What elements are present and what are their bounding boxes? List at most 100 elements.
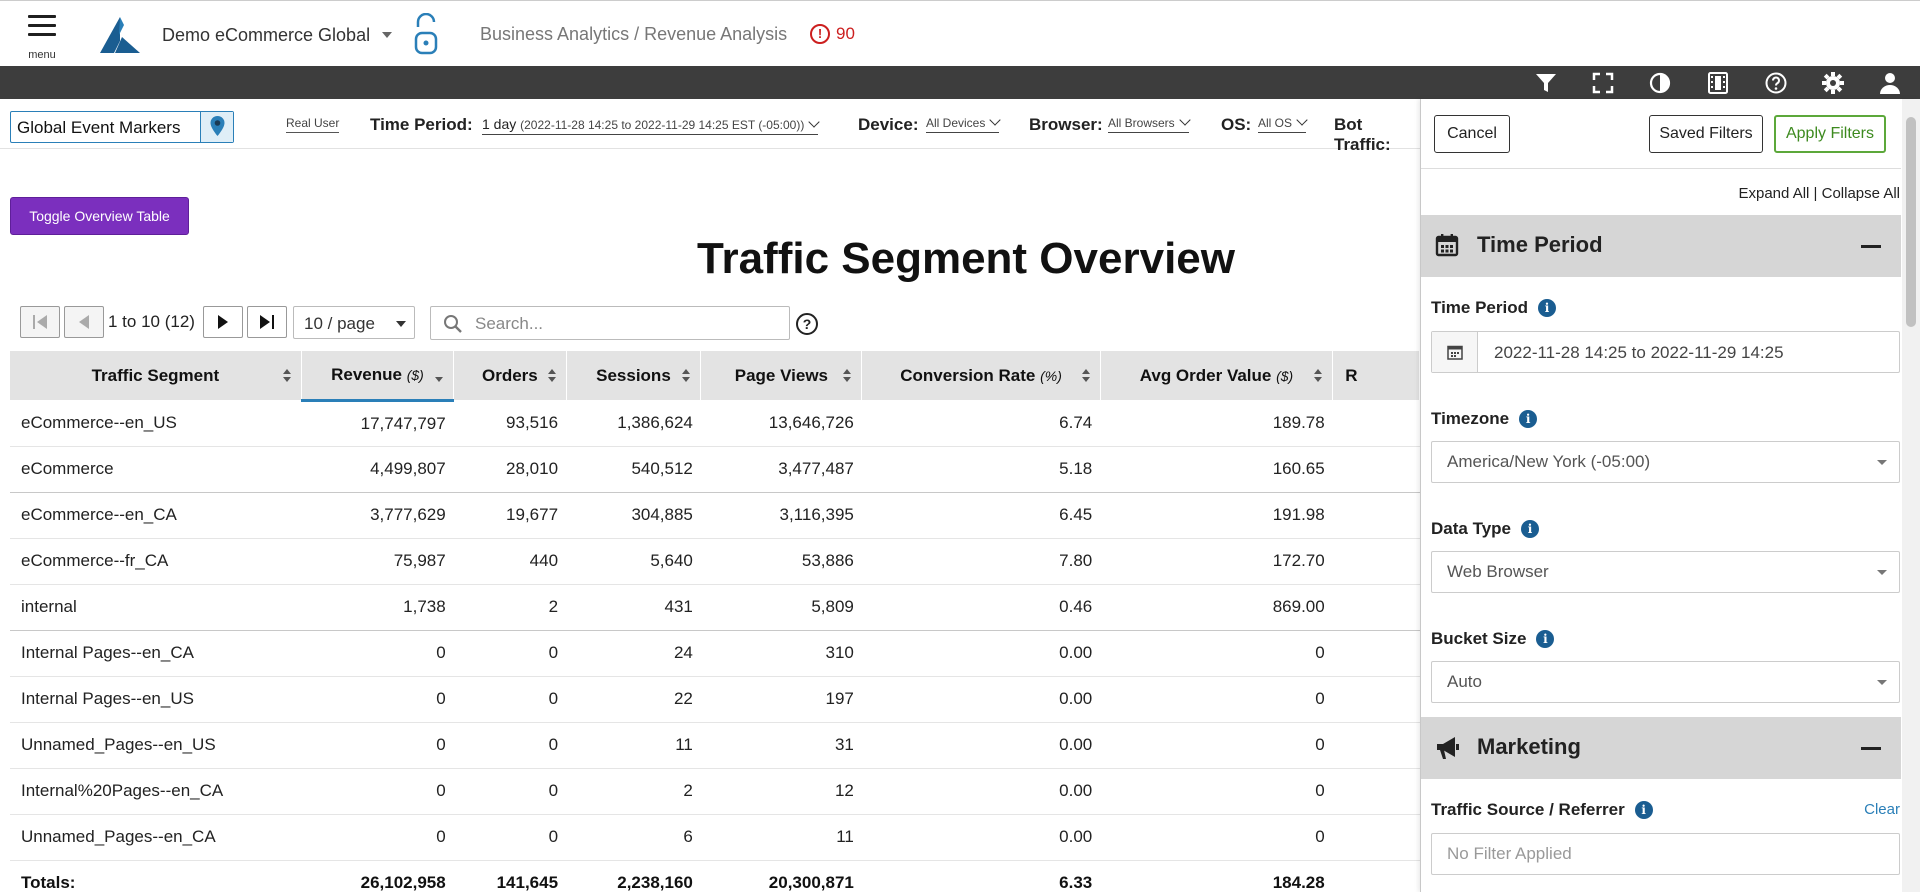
cancel-button[interactable]: Cancel xyxy=(1434,115,1510,153)
totals-label: Totals: xyxy=(21,873,76,892)
column-header[interactable]: Orders xyxy=(453,351,567,400)
real-user-toggle[interactable]: Real User xyxy=(286,116,340,133)
segment-name-cell: eCommerce--en_CA xyxy=(10,492,302,539)
info-icon[interactable]: i xyxy=(1521,520,1539,538)
menu-icon xyxy=(28,15,56,18)
pin-button[interactable] xyxy=(200,112,233,142)
page-size-select[interactable]: 10 / page xyxy=(293,306,415,339)
traffic-source-label: Traffic Source / Referrer i xyxy=(1431,800,1653,820)
clear-traffic-source-link[interactable]: Clear xyxy=(1864,801,1900,818)
totals-cell: 141,645 xyxy=(496,873,559,892)
user-icon[interactable] xyxy=(1878,71,1902,95)
collapse-all-link[interactable]: Collapse All xyxy=(1822,185,1900,202)
sort-icon[interactable] xyxy=(547,369,556,383)
table-help-icon[interactable]: ? xyxy=(796,313,818,335)
metric-cell: 5,640 xyxy=(566,538,701,585)
app-name: Demo eCommerce Global xyxy=(162,25,371,45)
metric-cell xyxy=(1332,538,1420,585)
lock-icon[interactable] xyxy=(410,13,444,57)
column-header-unit: (%) xyxy=(1040,367,1062,384)
metric-cell: 0 xyxy=(1100,676,1333,723)
column-header[interactable]: Sessions xyxy=(566,351,702,400)
collapse-icon[interactable] xyxy=(1861,245,1881,248)
info-icon[interactable]: i xyxy=(1519,410,1538,428)
toggle-overview-table-button[interactable]: Toggle Overview Table xyxy=(10,197,189,235)
first-page-button[interactable] xyxy=(20,306,60,338)
expand-all-link[interactable]: Expand All xyxy=(1738,185,1809,202)
column-header[interactable]: R xyxy=(1332,351,1420,400)
collapse-icon[interactable] xyxy=(1861,747,1881,750)
data-type-select[interactable]: Web Browser xyxy=(1431,551,1900,593)
table-row[interactable]: internal 1,738 2 431 5,809 0.46 869.00 xyxy=(10,584,1420,631)
time-period-section-header[interactable]: Time Period xyxy=(1421,215,1901,277)
prev-page-button[interactable] xyxy=(64,306,104,338)
metric-cell: 5.18 xyxy=(861,446,1101,493)
timezone-select[interactable]: America/New York (-05:00) xyxy=(1431,441,1900,483)
help-icon[interactable] xyxy=(1764,71,1788,95)
table-row[interactable]: Internal Pages--en_CA 0 0 24 310 0.00 0 xyxy=(10,630,1420,677)
timezone-label-text: Timezone xyxy=(1431,409,1510,428)
sort-icon[interactable] xyxy=(682,369,691,383)
data-type-value: Web Browser xyxy=(1447,562,1549,581)
sort-icon[interactable] xyxy=(843,369,852,383)
alert-indicator[interactable]: ! 90 xyxy=(810,22,855,46)
data-type-label: Data Type i xyxy=(1431,519,1539,539)
panel-scrollbar[interactable] xyxy=(1902,99,1920,892)
marketing-section-header[interactable]: Marketing xyxy=(1421,717,1901,779)
metric-cell: 0 xyxy=(301,814,454,861)
filter-icon[interactable] xyxy=(1534,71,1558,95)
sort-icon[interactable] xyxy=(282,369,291,383)
column-header[interactable]: Traffic Segment xyxy=(10,351,302,400)
breadcrumb[interactable]: Business Analytics / Revenue Analysis xyxy=(480,24,787,45)
app-switcher-caret-icon[interactable] xyxy=(382,32,392,38)
info-icon[interactable]: i xyxy=(1538,299,1556,317)
time-period-select[interactable]: 1 day (2022-11-28 14:25 to 2022-11-29 14… xyxy=(482,116,820,135)
metric-cell: 13,646,726 xyxy=(700,400,862,447)
table-row[interactable]: eCommerce--fr_CA 75,987 440 5,640 53,886 7.80… xyxy=(10,538,1420,585)
column-header-label: R xyxy=(1345,365,1358,385)
column-header-label: Conversion Rate xyxy=(900,365,1036,385)
column-header[interactable]: Page Views xyxy=(700,351,863,400)
table-row[interactable]: Internal%20Pages--en_CA 0 0 2 12 0.00 0 xyxy=(10,768,1420,815)
table-row[interactable]: eCommerce 4,499,807 28,010 540,512 3,477,487… xyxy=(10,446,1420,493)
filter-bar: Global Event Markers Real User Time Peri… xyxy=(0,99,1420,154)
info-icon[interactable]: i xyxy=(1536,630,1555,648)
menu-button[interactable]: menu xyxy=(26,15,58,61)
contrast-icon[interactable] xyxy=(1648,71,1672,95)
table-row[interactable]: Unnamed_Pages--en_US 0 0 11 31 0.00 0 xyxy=(10,722,1420,769)
os-select[interactable]: All OS xyxy=(1258,114,1308,133)
event-markers-select[interactable]: Global Event Markers xyxy=(10,111,234,143)
traffic-source-input[interactable]: No Filter Applied xyxy=(1431,833,1900,875)
last-page-button[interactable] xyxy=(247,306,287,338)
metric-cell: 0 xyxy=(453,768,567,815)
sort-icon[interactable] xyxy=(1081,369,1090,383)
browser-select[interactable]: All Browsers xyxy=(1108,114,1191,133)
chevron-down-icon xyxy=(1179,114,1191,126)
time-period-date-field[interactable]: 2022-11-28 14:25 to 2022-11-29 14:25 xyxy=(1431,331,1900,373)
metric-cell: 304,885 xyxy=(566,492,701,539)
sort-desc-icon[interactable] xyxy=(435,369,444,383)
film-icon[interactable] xyxy=(1706,71,1730,95)
fullscreen-icon[interactable] xyxy=(1591,71,1615,95)
metric-cell: 0 xyxy=(453,814,567,861)
search-input[interactable] xyxy=(475,312,775,336)
info-icon[interactable]: i xyxy=(1634,801,1653,819)
column-header[interactable]: Conversion Rate (%) xyxy=(861,351,1101,400)
scrollbar-thumb[interactable] xyxy=(1906,117,1916,327)
saved-filters-button[interactable]: Saved Filters xyxy=(1649,115,1763,153)
table-row[interactable]: eCommerce--en_CA 3,777,629 19,677 304,885 3,… xyxy=(10,492,1420,539)
metric-cell: 24 xyxy=(566,630,701,677)
table-row[interactable]: eCommerce--en_US 17,747,797 93,516 1,386,62… xyxy=(10,400,1420,447)
table-row[interactable]: Internal Pages--en_US 0 0 22 197 0.00 0 xyxy=(10,676,1420,723)
last-page-icon xyxy=(260,315,274,329)
table-row[interactable]: Unnamed_Pages--en_CA 0 0 6 11 0.00 0 xyxy=(10,814,1420,861)
sort-icon[interactable] xyxy=(1314,369,1323,383)
column-header[interactable]: Revenue ($) xyxy=(301,351,455,402)
calendar-button[interactable] xyxy=(1432,332,1478,372)
gear-icon[interactable] xyxy=(1821,71,1845,95)
device-select[interactable]: All Devices xyxy=(926,114,1002,133)
next-page-button[interactable] xyxy=(203,306,243,338)
bucket-size-select[interactable]: Auto xyxy=(1431,661,1900,703)
apply-filters-button[interactable]: Apply Filters xyxy=(1774,115,1886,153)
column-header[interactable]: Avg Order Value ($) xyxy=(1100,351,1334,400)
